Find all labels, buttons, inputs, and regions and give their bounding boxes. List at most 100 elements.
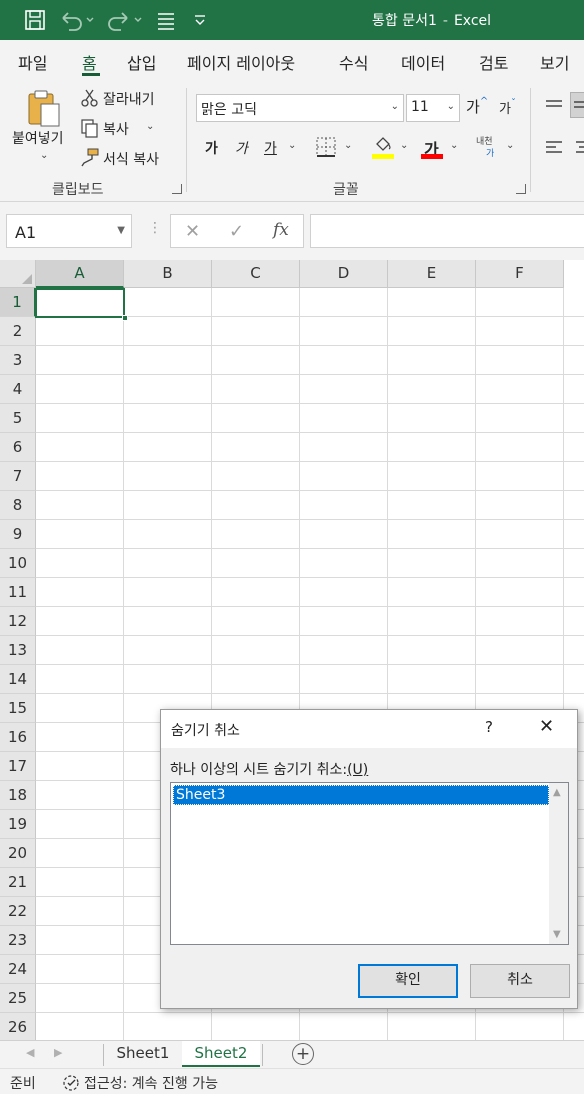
row-header-18[interactable]: 18 [0,781,36,810]
active-cell[interactable] [35,288,125,318]
tab-data[interactable]: 데이터 [401,50,445,74]
copy-dropdown-icon[interactable]: ⌄ [146,121,154,132]
borders-icon[interactable] [315,136,337,158]
column-header-b[interactable]: B [124,260,212,288]
grid-row-line [36,345,584,346]
fill-handle[interactable] [122,315,128,321]
scroll-up-icon[interactable]: ▲ [553,787,561,798]
row-header-1[interactable]: 1 [0,288,36,317]
font-size-dropdown[interactable]: 11 ⌄ [406,94,460,122]
copy-button[interactable]: 복사 [103,119,129,139]
list-item[interactable]: Sheet3 [173,785,549,805]
accessibility-status[interactable]: 접근성: 계속 진행 가능 [84,1073,218,1093]
column-header-a[interactable]: A [36,260,124,288]
align-left-icon[interactable] [544,138,564,158]
next-sheet-icon[interactable]: ▶ [54,1046,62,1059]
scroll-down-icon[interactable]: ▼ [553,929,561,940]
sheet-tab-sheet2[interactable]: Sheet2 [182,1041,260,1067]
row-header-8[interactable]: 8 [0,491,36,520]
tab-home[interactable]: 홈 [82,50,97,74]
row-header-21[interactable]: 21 [0,868,36,897]
help-button[interactable]: ? [485,718,493,736]
row-header-5[interactable]: 5 [0,404,36,433]
row-header-12[interactable]: 12 [0,607,36,636]
customize-dropdown-icon[interactable] [190,8,210,32]
italic-button[interactable]: 가 [235,138,248,158]
fill-color-dropdown-icon[interactable]: ⌄ [400,140,408,151]
row-header-3[interactable]: 3 [0,346,36,375]
column-header-f[interactable]: F [476,260,564,288]
align-middle-icon[interactable] [570,92,584,118]
row-header-16[interactable]: 16 [0,723,36,752]
underline-button[interactable]: 가 [264,138,277,158]
undo-icon[interactable] [58,8,96,32]
row-header-23[interactable]: 23 [0,926,36,955]
row-header-20[interactable]: 20 [0,839,36,868]
select-all-button[interactable] [0,260,36,288]
row-header-4[interactable]: 4 [0,375,36,404]
row-header-24[interactable]: 24 [0,955,36,984]
row-header-19[interactable]: 19 [0,810,36,839]
underline-dropdown-icon[interactable]: ⌄ [288,140,296,151]
tab-formulas[interactable]: 수식 [339,50,368,74]
row-header-2[interactable]: 2 [0,317,36,346]
phonetic-guide-bottom[interactable]: 가 [486,146,494,159]
font-launcher-icon[interactable] [516,184,526,194]
row-header-15[interactable]: 15 [0,694,36,723]
row-header-10[interactable]: 10 [0,549,36,578]
enter-formula-button[interactable]: ✓ [229,221,244,242]
decrease-font-size-button[interactable]: 가ˇ [499,98,516,117]
paste-button[interactable]: 붙여넣기 [12,128,64,148]
borders-dropdown-icon[interactable]: ⌄ [344,140,352,151]
row-header-6[interactable]: 6 [0,433,36,462]
column-header-c[interactable]: C [212,260,300,288]
accessibility-icon[interactable] [62,1074,82,1092]
formula-input[interactable] [310,214,584,248]
cancel-formula-button[interactable]: ✕ [185,221,200,242]
name-box[interactable]: A1 ▼ [6,214,132,248]
row-header-9[interactable]: 9 [0,520,36,549]
tab-insert[interactable]: 삽입 [127,50,156,74]
formula-bar-grip-icon[interactable]: ⋮ [148,220,162,236]
row-header-13[interactable]: 13 [0,636,36,665]
phonetic-dropdown-icon[interactable]: ⌄ [506,140,514,151]
tab-review[interactable]: 검토 [479,50,508,74]
name-box-dropdown-icon[interactable]: ▼ [117,225,125,236]
tab-file[interactable]: 파일 [18,50,47,74]
clipboard-launcher-icon[interactable] [172,184,182,194]
font-name-dropdown[interactable]: 맑은 고딕 ⌄ [196,94,404,122]
bold-button[interactable]: 가 [205,138,218,158]
row-header-14[interactable]: 14 [0,665,36,694]
close-icon[interactable]: ✕ [539,716,554,737]
insert-function-button[interactable]: fx [273,220,289,240]
paste-icon[interactable] [26,88,62,128]
column-header-d[interactable]: D [300,260,388,288]
font-color-dropdown-icon[interactable]: ⌄ [450,140,458,151]
save-icon[interactable] [22,8,48,32]
increase-font-size-button[interactable]: 가^ [466,96,488,117]
row-header-17[interactable]: 17 [0,752,36,781]
align-top-icon[interactable] [544,96,564,116]
format-painter-button[interactable]: 서식 복사 [103,149,159,169]
row-header-26[interactable]: 26 [0,1013,36,1040]
tab-view[interactable]: 보기 [540,50,569,74]
sheet-listbox[interactable]: Sheet3 ▲ ▼ [170,782,569,945]
cancel-button[interactable]: 취소 [470,964,570,998]
listbox-scrollbar[interactable]: ▲ ▼ [549,783,568,944]
row-header-7[interactable]: 7 [0,462,36,491]
row-header-25[interactable]: 25 [0,984,36,1013]
row-header-22[interactable]: 22 [0,897,36,926]
tab-page-layout[interactable]: 페이지 레이아웃 [187,50,295,74]
ok-button[interactable]: 확인 [358,964,458,998]
cut-button[interactable]: 잘라내기 [103,89,155,109]
redo-icon[interactable] [106,8,144,32]
column-header-e[interactable]: E [388,260,476,288]
add-sheet-button[interactable]: + [292,1043,314,1065]
form-icon[interactable] [154,8,178,32]
row-header-11[interactable]: 11 [0,578,36,607]
align-center-icon[interactable] [574,138,584,158]
sheet-tab-sheet1[interactable]: Sheet1 [106,1041,180,1067]
paste-dropdown-icon[interactable]: ⌄ [40,150,48,161]
fill-color-icon[interactable] [372,134,394,160]
previous-sheet-icon[interactable]: ◀ [26,1046,34,1059]
